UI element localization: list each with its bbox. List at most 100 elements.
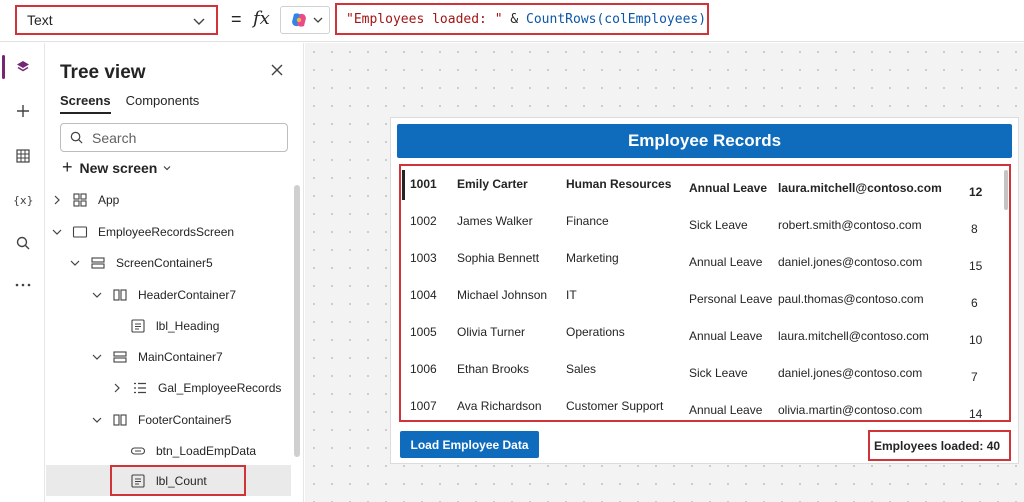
tree-node-label: MainContainer7 bbox=[138, 349, 223, 364]
employee-department: Human Resources bbox=[566, 177, 672, 191]
chevron-right-icon[interactable] bbox=[50, 193, 64, 207]
leave-type: Annual Leave bbox=[689, 403, 763, 417]
panel-title: Tree view bbox=[60, 62, 146, 83]
employee-name: Olivia Turner bbox=[457, 325, 526, 339]
tree-tabs: Screens Components bbox=[60, 93, 214, 114]
chevron-right-icon[interactable] bbox=[110, 381, 124, 395]
gallery-scrollbar[interactable] bbox=[1004, 170, 1008, 210]
chevron-down-icon[interactable] bbox=[68, 256, 82, 270]
leave-days: 7 bbox=[971, 370, 978, 384]
employee-id: 1002 bbox=[410, 214, 437, 228]
employee-department: Customer Support bbox=[566, 399, 664, 413]
tree-node-label: App bbox=[98, 192, 120, 207]
tree-node-employee-records-screen[interactable]: EmployeeRecordsScreen bbox=[46, 216, 291, 247]
insert-rail-button[interactable] bbox=[0, 91, 45, 131]
leave-type: Sick Leave bbox=[689, 218, 748, 232]
more-rail-button[interactable] bbox=[0, 265, 45, 305]
gallery-row[interactable]: 1001 Emily Carter Human Resources Annual… bbox=[401, 166, 1009, 203]
button-icon bbox=[130, 446, 146, 455]
table-icon bbox=[15, 149, 30, 163]
employee-id: 1006 bbox=[410, 362, 437, 376]
property-value: Text bbox=[27, 12, 53, 28]
search-icon bbox=[70, 131, 83, 144]
variables-icon: {x} bbox=[13, 194, 33, 207]
search-placeholder: Search bbox=[92, 129, 137, 146]
label-icon bbox=[131, 318, 145, 333]
plus-icon: + bbox=[62, 157, 73, 177]
employee-email: daniel.jones@contoso.com bbox=[778, 255, 923, 269]
horizontal-container-icon bbox=[113, 288, 127, 301]
employee-department: IT bbox=[566, 288, 577, 302]
tab-screens[interactable]: Screens bbox=[60, 93, 111, 114]
formula-input[interactable]: "Employees loaded: " & CountRows(colEmpl… bbox=[335, 3, 709, 35]
leave-days: 15 bbox=[969, 259, 983, 273]
plus-icon bbox=[16, 105, 29, 117]
property-dropdown[interactable]: Text bbox=[15, 5, 218, 35]
gallery-row[interactable]: 1006 Ethan Brooks Sales Sick Leave danie… bbox=[401, 351, 1009, 388]
vertical-container-icon bbox=[91, 256, 105, 269]
copilot-icon bbox=[292, 13, 306, 27]
tree-node-btn-load[interactable]: btn_LoadEmpData bbox=[46, 435, 291, 466]
tree-node-lbl-count-row[interactable]: lbl_Count bbox=[46, 465, 291, 496]
tree-node-app[interactable]: App bbox=[46, 184, 291, 215]
employee-department: Finance bbox=[566, 214, 609, 228]
tree-view-rail-button[interactable] bbox=[0, 47, 45, 87]
search-input[interactable]: Search bbox=[60, 123, 288, 152]
tree-node-lbl-heading[interactable]: lbl_Heading bbox=[46, 310, 291, 341]
tree-node-label: Gal_EmployeeRecords bbox=[158, 380, 282, 395]
tab-components[interactable]: Components bbox=[126, 93, 200, 114]
tree-scrollbar[interactable] bbox=[294, 185, 300, 457]
chevron-down-icon[interactable] bbox=[90, 288, 104, 302]
tree-node-label: ScreenContainer5 bbox=[116, 255, 213, 270]
tree-view-panel: Tree view Screens Components Search + Ne… bbox=[46, 43, 304, 502]
new-screen-button[interactable]: + New screen bbox=[62, 157, 172, 178]
gallery-row[interactable]: 1003 Sophia Bennett Marketing Annual Lea… bbox=[401, 240, 1009, 277]
left-rail: {x} bbox=[0, 43, 45, 502]
employee-id: 1005 bbox=[410, 325, 437, 339]
employee-id: 1004 bbox=[410, 288, 437, 302]
fx-icon[interactable]: fx bbox=[253, 8, 270, 29]
tree-node-label: FooterContainer5 bbox=[138, 412, 232, 427]
employee-id: 1001 bbox=[410, 177, 437, 191]
variables-rail-button[interactable]: {x} bbox=[0, 180, 45, 220]
leave-type: Sick Leave bbox=[689, 366, 748, 380]
employee-gallery[interactable]: 1001 Emily Carter Human Resources Annual… bbox=[399, 164, 1011, 422]
copilot-button[interactable] bbox=[280, 6, 330, 34]
gallery-row[interactable]: 1004 Michael Johnson IT Personal Leave p… bbox=[401, 277, 1009, 314]
tree-node-footer-container[interactable]: FooterContainer5 bbox=[46, 404, 291, 435]
close-icon[interactable] bbox=[270, 63, 284, 77]
tree-node-label: HeaderContainer7 bbox=[138, 287, 237, 302]
data-rail-button[interactable] bbox=[0, 136, 45, 176]
leave-type: Annual Leave bbox=[689, 329, 763, 343]
search-rail-button[interactable] bbox=[0, 223, 45, 263]
chevron-down-icon[interactable] bbox=[50, 225, 64, 239]
leave-type: Annual Leave bbox=[689, 181, 768, 195]
employee-email: olivia.martin@contoso.com bbox=[778, 403, 923, 417]
gallery-row[interactable]: 1007 Ava Richardson Customer Support Ann… bbox=[401, 388, 1009, 420]
tree-node-header-container[interactable]: HeaderContainer7 bbox=[46, 279, 291, 310]
employee-name: Ava Richardson bbox=[457, 399, 542, 413]
chevron-down-icon[interactable] bbox=[90, 350, 104, 364]
chevron-down-icon bbox=[313, 17, 323, 23]
tree-node-main-container[interactable]: MainContainer7 bbox=[46, 341, 291, 372]
employee-id: 1007 bbox=[410, 399, 437, 413]
chevron-down-icon[interactable] bbox=[90, 413, 104, 427]
load-employee-data-button[interactable]: Load Employee Data bbox=[400, 431, 539, 458]
tree-node-lbl-count[interactable]: lbl_Count bbox=[110, 465, 246, 496]
tree-node-label: lbl_Count bbox=[156, 473, 207, 488]
gallery-row[interactable]: 1002 James Walker Finance Sick Leave rob… bbox=[401, 203, 1009, 240]
employee-email: laura.mitchell@contoso.com bbox=[778, 181, 942, 195]
employee-name: Michael Johnson bbox=[457, 288, 548, 302]
app-heading: Employee Records bbox=[397, 124, 1012, 158]
employee-name: Ethan Brooks bbox=[457, 362, 530, 376]
leave-days: 6 bbox=[971, 296, 978, 310]
leave-type: Personal Leave bbox=[689, 292, 773, 306]
leave-days: 10 bbox=[969, 333, 983, 347]
employees-count-label: Employees loaded: 40 bbox=[868, 430, 1011, 461]
tree-node-label: EmployeeRecordsScreen bbox=[98, 224, 235, 239]
chevron-down-icon bbox=[163, 165, 171, 170]
tree-node-screen-container[interactable]: ScreenContainer5 bbox=[46, 247, 291, 278]
tree-node-gallery[interactable]: Gal_EmployeeRecords bbox=[46, 372, 291, 403]
employee-department: Marketing bbox=[566, 251, 619, 265]
gallery-row[interactable]: 1005 Olivia Turner Operations Annual Lea… bbox=[401, 314, 1009, 351]
